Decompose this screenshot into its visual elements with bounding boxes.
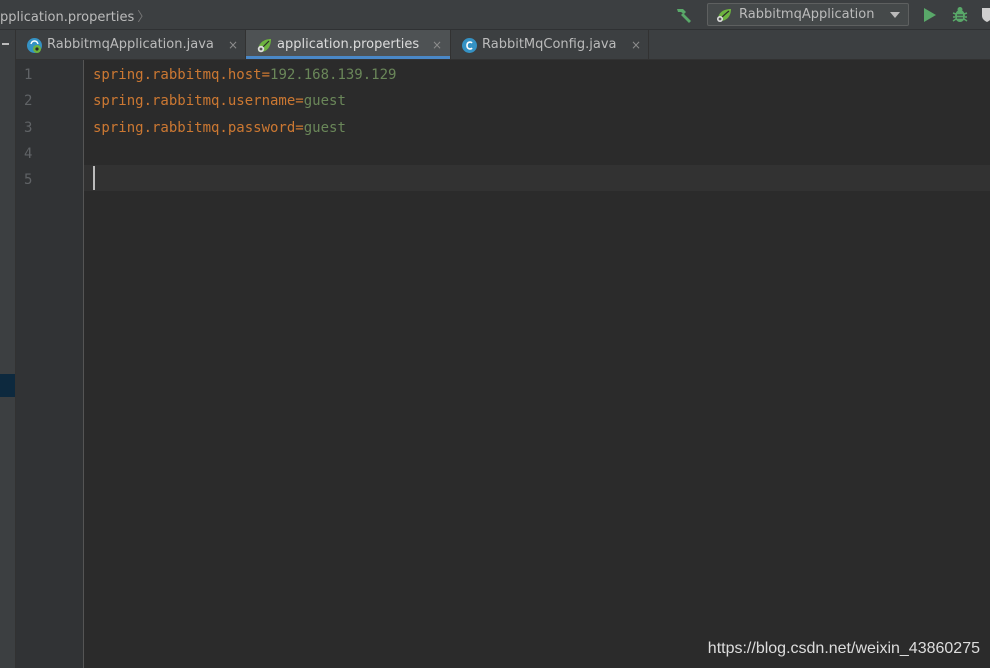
- run-configuration-label: RabbitmqApplication: [739, 7, 875, 22]
- tab-label: application.properties: [277, 37, 420, 52]
- coverage-icon[interactable]: [980, 6, 990, 24]
- tool-stripe-selected-item[interactable]: [0, 374, 15, 397]
- close-icon[interactable]: ×: [228, 38, 238, 52]
- line-number: 4: [24, 146, 33, 162]
- property-key: spring.rabbitmq.username: [93, 93, 296, 109]
- tab-label: RabbitMqConfig.java: [482, 37, 617, 52]
- tab-application-properties[interactable]: application.properties ×: [246, 30, 451, 59]
- tab-label: RabbitmqApplication.java: [47, 37, 214, 52]
- chevron-down-icon: [890, 12, 900, 18]
- line-number: 1: [24, 67, 33, 83]
- property-key: spring.rabbitmq.host: [93, 67, 262, 83]
- hammer-icon[interactable]: [674, 5, 694, 25]
- collapse-icon[interactable]: [2, 43, 9, 45]
- line-number: 5: [24, 172, 33, 188]
- code-line[interactable]: spring.rabbitmq.host=192.168.139.129: [93, 67, 396, 83]
- close-icon[interactable]: ×: [432, 38, 442, 52]
- breadcrumb-separator: 〉: [137, 10, 151, 25]
- spring-leaf-icon: [257, 39, 271, 53]
- run-icon[interactable]: [922, 6, 938, 24]
- property-value: guest: [303, 120, 346, 136]
- property-value: guest: [303, 93, 346, 109]
- run-configuration-dropdown[interactable]: RabbitmqApplication: [707, 3, 909, 26]
- spring-class-icon: [27, 38, 42, 53]
- breadcrumb[interactable]: pplication.properties 〉: [0, 6, 150, 25]
- tab-rabbitmq-config[interactable]: RabbitMqConfig.java ×: [451, 30, 649, 59]
- text-caret: [93, 166, 95, 190]
- code-line[interactable]: spring.rabbitmq.password=guest: [93, 120, 346, 136]
- property-value: 192.168.139.129: [270, 67, 397, 83]
- property-separator: =: [295, 93, 304, 109]
- line-number-gutter[interactable]: 1 2 3 4 5: [16, 60, 84, 668]
- left-tool-stripe: [0, 30, 16, 668]
- property-separator: =: [295, 120, 304, 136]
- spring-leaf-icon: [717, 9, 731, 22]
- class-c-icon: [462, 38, 477, 53]
- property-key: spring.rabbitmq.password: [93, 120, 296, 136]
- bug-icon[interactable]: [950, 5, 970, 25]
- breadcrumb-file[interactable]: pplication.properties: [0, 10, 134, 25]
- code-line[interactable]: spring.rabbitmq.username=guest: [93, 93, 346, 109]
- editor-tabs: RabbitmqApplication.java × application.p…: [16, 30, 990, 60]
- watermark: https://blog.csdn.net/weixin_43860275: [707, 640, 980, 657]
- code-editor[interactable]: spring.rabbitmq.host=192.168.139.129 spr…: [84, 60, 990, 668]
- current-line-highlight: [84, 165, 990, 191]
- line-number: 3: [24, 120, 33, 136]
- tab-rabbitmq-application[interactable]: RabbitmqApplication.java ×: [16, 30, 246, 59]
- navigation-bar: pplication.properties 〉 RabbitmqApplicati…: [0, 0, 990, 30]
- close-icon[interactable]: ×: [631, 38, 641, 52]
- line-number: 2: [24, 93, 33, 109]
- property-separator: =: [261, 67, 271, 83]
